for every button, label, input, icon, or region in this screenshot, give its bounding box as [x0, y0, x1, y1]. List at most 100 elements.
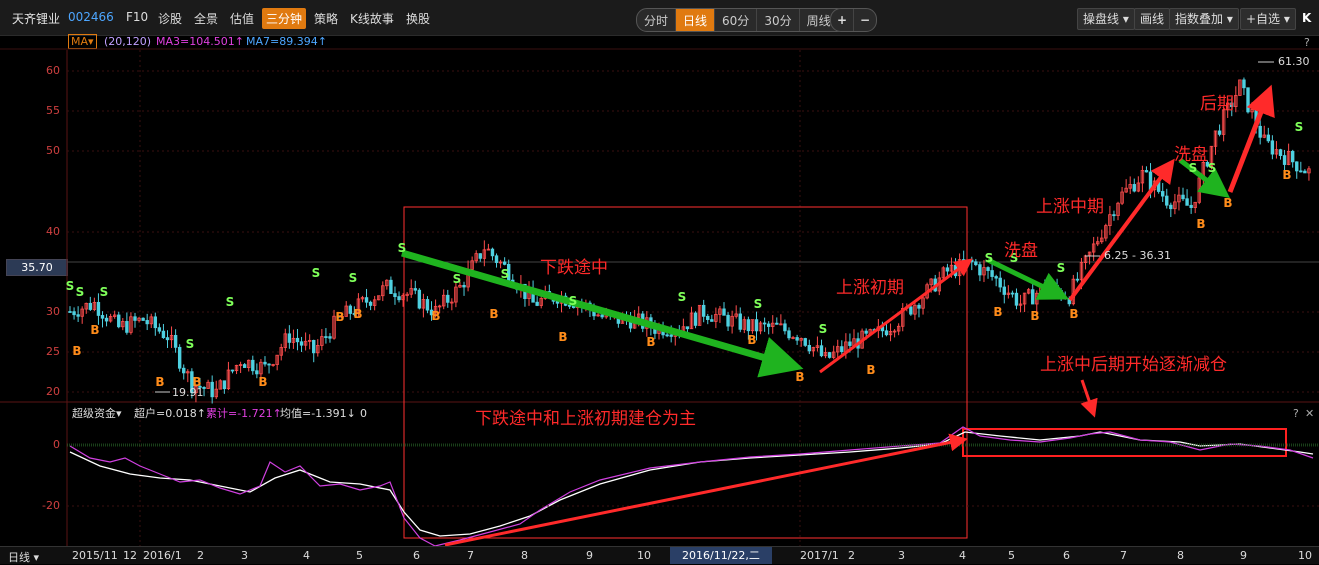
candle-body [974, 261, 978, 266]
candle-body [1266, 134, 1271, 142]
candle-body [994, 276, 998, 279]
indicator-dropdown[interactable]: 超级资金▾ [72, 405, 122, 423]
candle-body [295, 337, 300, 343]
annot-washout-1: 洗盘 [1004, 241, 1038, 261]
candle-body [133, 316, 137, 321]
sell-signal: S [66, 279, 75, 293]
candle-body [701, 304, 706, 317]
candle-body [490, 248, 495, 257]
candle-body [96, 301, 101, 316]
candle-body [685, 326, 690, 330]
candle-body [177, 346, 182, 369]
annot-late: 后期 [1200, 94, 1234, 114]
sell-signal: S [100, 285, 109, 299]
candle-body [986, 267, 990, 271]
candle-body [222, 380, 227, 390]
candle-body [1181, 194, 1185, 200]
candle-body [157, 327, 162, 332]
candle-body [864, 330, 868, 334]
x-tick: 6 [1063, 549, 1070, 562]
candle-body [1278, 149, 1283, 156]
sell-signal: S [1295, 120, 1304, 134]
candle-body [267, 363, 271, 366]
candle-body [1031, 289, 1035, 305]
buy-signal: B [155, 375, 164, 389]
time-axis: 日线 ▾ 2015/11 12 2016/1 2 3 4 5 6 7 8 9 1… [0, 546, 1319, 564]
candle-body [1132, 184, 1136, 192]
candle-body [945, 267, 950, 272]
sell-signal: S [312, 266, 321, 280]
indicator-average: 均值=-1.391↓ [280, 407, 356, 420]
candle-body [961, 259, 966, 264]
sell-signal: S [226, 295, 235, 309]
x-tick: 2015/11 [72, 549, 118, 562]
x-tick: 4 [959, 549, 966, 562]
buy-signal: B [1196, 217, 1205, 231]
candle-body [1161, 191, 1165, 197]
sell-signal: S [754, 297, 763, 311]
candle-body [364, 297, 369, 303]
sell-signal: S [349, 271, 358, 285]
candle-body [787, 330, 791, 339]
candle-body [165, 337, 170, 341]
candle-body [840, 346, 844, 353]
candle-body [746, 319, 751, 332]
candle-body [287, 333, 292, 343]
buy-signal: B [1030, 309, 1039, 323]
candle-body [299, 341, 304, 346]
candle-body [775, 322, 779, 325]
price-gridlines [67, 70, 1319, 393]
candle-body [1014, 292, 1019, 306]
x-tick: 9 [586, 549, 593, 562]
candle-body [251, 359, 255, 372]
candle-body [478, 253, 482, 259]
buy-signal: B [431, 309, 440, 323]
candle-body [1055, 284, 1059, 292]
reduce-zone-box [962, 428, 1287, 457]
buy-signal: B [1069, 307, 1078, 321]
indicator-tick: 0 [53, 438, 60, 451]
candle-body [827, 352, 832, 358]
candle-body [76, 314, 80, 317]
indicator-close-icon[interactable]: ✕ [1305, 407, 1314, 420]
candle-body [1282, 155, 1287, 165]
indicator-cumulative: 累计=-1.721↑ [206, 407, 282, 420]
candle-body [263, 361, 267, 365]
x-tick: 8 [521, 549, 528, 562]
kline-chart[interactable]: S S SBBBSBSBS SB BSSBSBSBSBSBBSBS SBSB BS SBBSB [0, 0, 1319, 563]
candle-body [693, 312, 698, 326]
indicator-help-icon[interactable]: ? [1293, 407, 1299, 420]
sell-signal: S [678, 290, 687, 304]
sell-signal: S [398, 241, 407, 255]
candle-body [917, 304, 921, 309]
buy-signal: B [72, 344, 81, 358]
candle-body [766, 323, 771, 327]
candle-body [970, 259, 974, 263]
annot-rise-mid: 上涨中期 [1036, 197, 1104, 217]
candle-body [393, 293, 397, 298]
rise-mid-arrow [1068, 158, 1175, 302]
candle-body [1185, 198, 1189, 206]
candle-body [706, 315, 710, 320]
candle-body [389, 279, 393, 294]
candle-body [104, 317, 109, 322]
x-tick: 2 [848, 549, 855, 562]
annot-washout-2: 洗盘 [1174, 145, 1208, 165]
x-tick: 5 [356, 549, 363, 562]
candle-body [210, 381, 214, 398]
candle-body [141, 317, 145, 321]
candle-body [1258, 125, 1262, 138]
x-tick: 9 [1240, 549, 1247, 562]
candle-body [665, 334, 669, 337]
candle-body [1295, 161, 1299, 172]
candle-body [535, 301, 539, 306]
candle-body [795, 337, 799, 341]
candle-body [600, 314, 604, 318]
candle-body [848, 341, 852, 346]
candle-body [417, 289, 422, 309]
sell-signal: S [453, 272, 462, 286]
candle-body [242, 364, 247, 368]
candle-body [425, 299, 430, 311]
candle-body [738, 313, 742, 330]
buy-signal: B [1282, 168, 1291, 182]
